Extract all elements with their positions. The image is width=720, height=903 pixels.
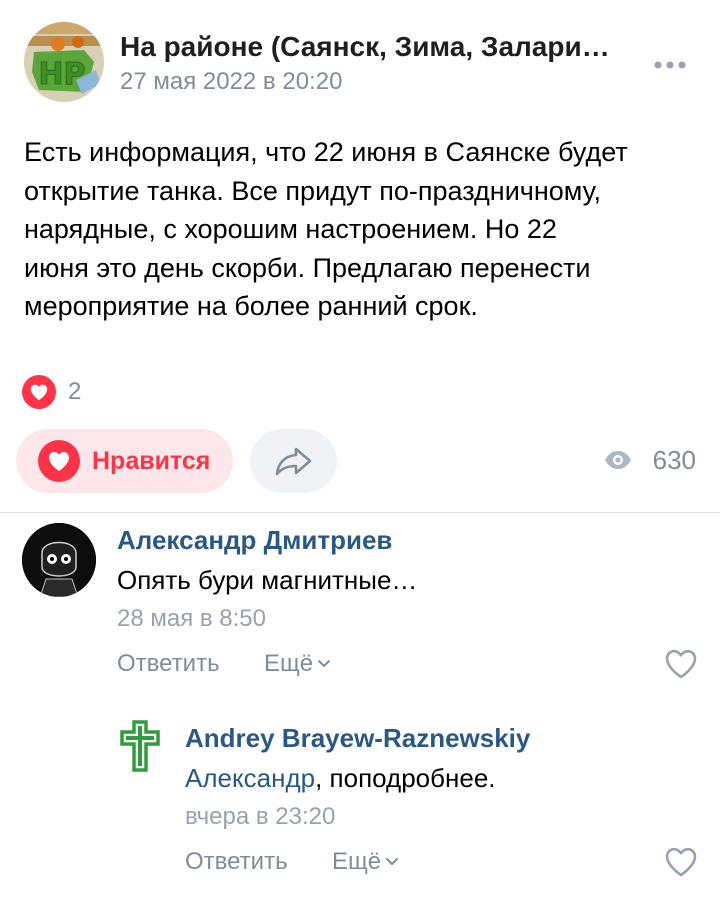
reactions-summary[interactable]: 2 (22, 374, 81, 410)
heart-icon (38, 440, 80, 482)
comment-date[interactable]: 28 мая в 8:50 (117, 605, 266, 633)
comment-reply-button[interactable]: Ответить (117, 650, 220, 678)
comment-more-label: Ещё (264, 650, 314, 677)
chevron-down-icon (386, 858, 399, 865)
reply-text-body: , поподробнее. (315, 763, 496, 793)
post-date[interactable]: 27 мая 2022 в 20:20 (120, 68, 342, 96)
reply-more-button[interactable]: Ещё (332, 848, 399, 876)
reply-author[interactable]: Andrey Brayew-Raznewskiy (185, 723, 530, 754)
heart-icon (22, 375, 56, 409)
comment-text: Опять бури магнитные… (117, 565, 418, 595)
more-icon[interactable] (650, 55, 690, 75)
reply-mention-link[interactable]: Александр (185, 763, 315, 793)
reply-reply-button[interactable]: Ответить (185, 848, 288, 876)
group-avatar[interactable]: НР (24, 22, 104, 102)
group-name[interactable]: На районе (Саянск, Зима, Залари… (120, 31, 620, 63)
eye-icon (604, 451, 631, 469)
heart-outline-icon[interactable] (664, 648, 698, 680)
reply-more-label: Ещё (332, 848, 382, 875)
reply-text: Александр, поподробнее. (185, 763, 496, 794)
like-button[interactable]: Нравится (16, 429, 233, 493)
like-label: Нравится (92, 446, 211, 475)
comment-more-button[interactable]: Ещё (264, 650, 331, 678)
divider (0, 512, 720, 513)
post-text: Есть информация, что 22 июня в Саянске б… (24, 137, 628, 321)
avatar-logo-text: НР (38, 57, 85, 92)
reaction-count: 2 (68, 378, 82, 405)
share-icon (275, 447, 311, 476)
reply-date[interactable]: вчера в 23:20 (185, 803, 335, 831)
heart-outline-icon[interactable] (664, 846, 698, 878)
comment-author[interactable]: Александр Дмитриев (117, 525, 392, 556)
post-header: НР На районе (Саянск, Зима, Залари… 27 м… (0, 0, 720, 110)
cross-icon[interactable] (118, 720, 162, 772)
chevron-down-icon (318, 660, 331, 667)
share-button[interactable] (250, 429, 337, 493)
views-count: 630 (652, 444, 696, 475)
avatar[interactable] (22, 523, 96, 597)
views-counter: 630 (603, 444, 696, 476)
